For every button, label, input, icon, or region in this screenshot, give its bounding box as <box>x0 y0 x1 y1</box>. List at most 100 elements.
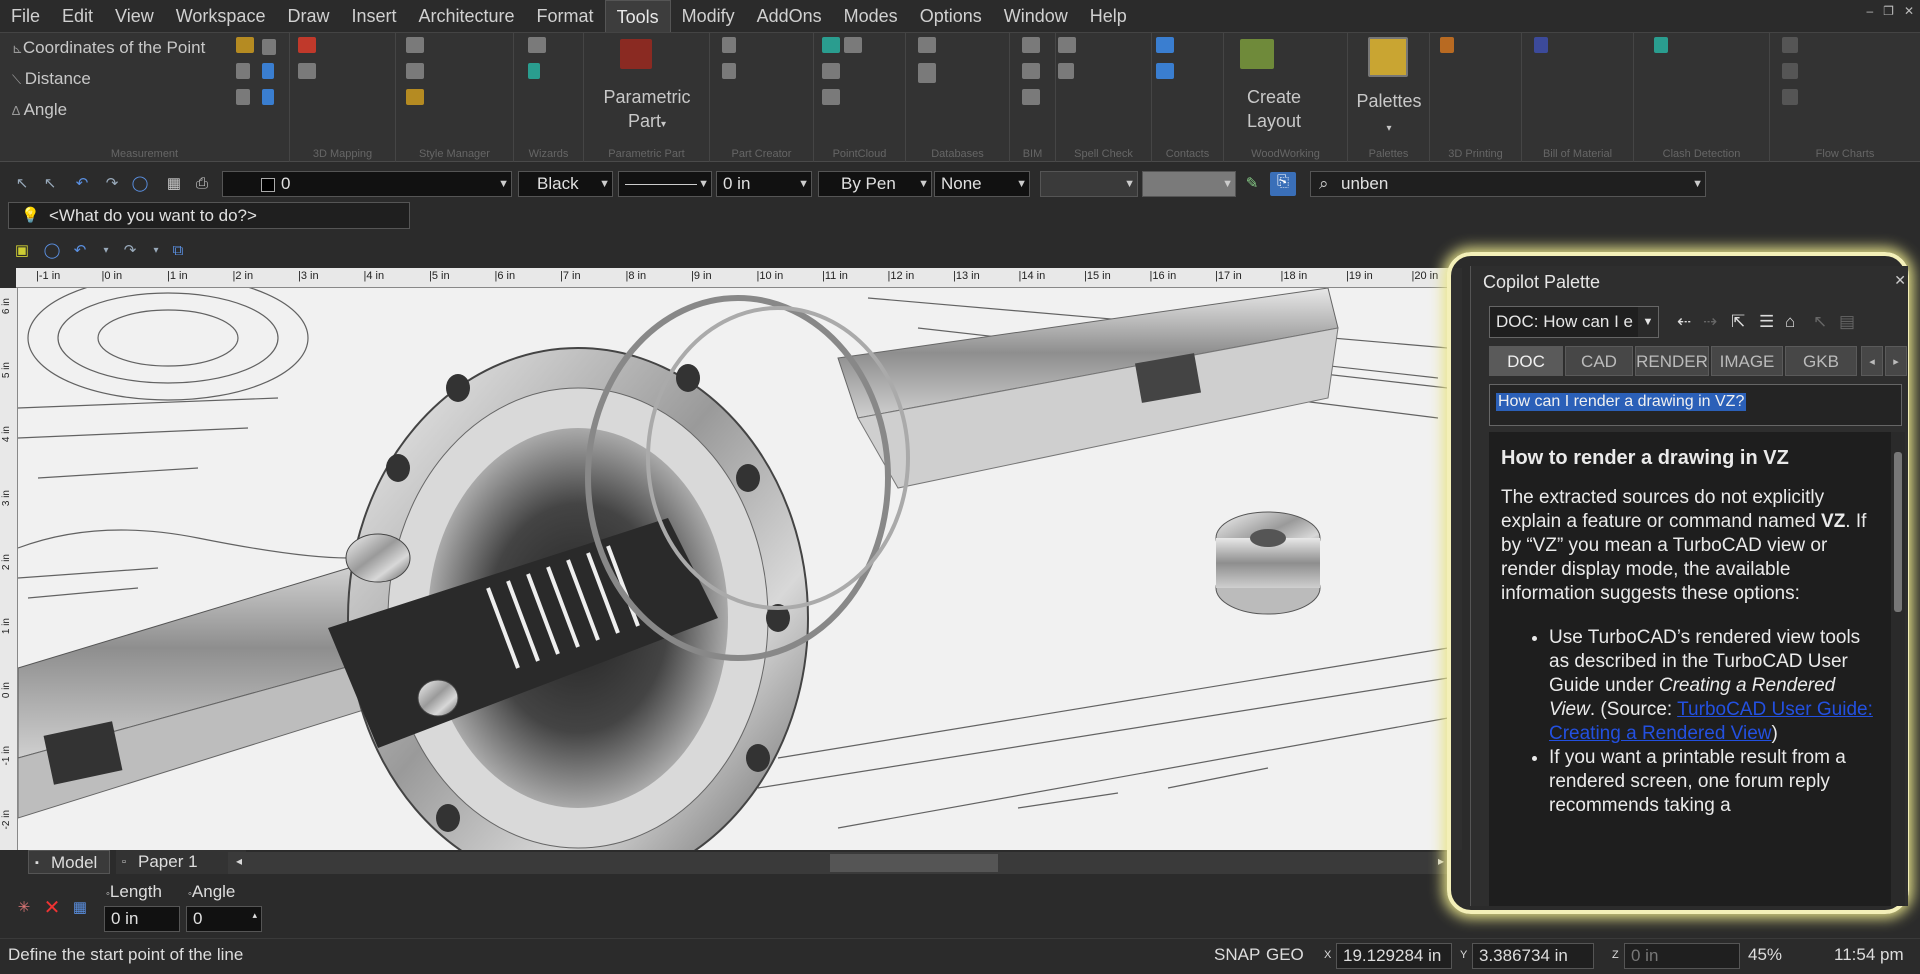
tabs-left-icon[interactable]: ◂ <box>1861 346 1883 376</box>
y-coordinate-field[interactable]: 3.386734 in <box>1472 943 1594 969</box>
pattern-select[interactable]: ▼ <box>1040 171 1138 197</box>
line-tool-icon[interactable]: ✳ <box>14 898 34 918</box>
copilot-question-input[interactable]: How can I render a drawing in VZ? <box>1489 384 1902 426</box>
menu-window[interactable]: Window <box>993 0 1079 32</box>
grid-icon[interactable]: ▦ <box>70 898 90 918</box>
canvas-horizontal-scrollbar[interactable]: ◂ ▸ <box>228 852 1450 874</box>
home-icon[interactable]: ⌂ <box>1785 312 1795 332</box>
measure-area-icon[interactable] <box>236 37 254 53</box>
tab-doc[interactable]: DOC <box>1489 346 1563 376</box>
geo-toggle[interactable]: GEO <box>1266 945 1304 965</box>
3d-printing-icon[interactable] <box>1440 37 1454 53</box>
lasso-select-icon[interactable]: ◯ <box>42 241 62 261</box>
undo-quick-icon[interactable]: ↶ <box>70 241 90 261</box>
tab-paper-1[interactable]: ▫ Paper 1 <box>116 850 246 874</box>
print-icon[interactable]: ⎙ <box>192 174 212 194</box>
part-creator-icon[interactable] <box>722 37 736 53</box>
style2-icon[interactable] <box>406 63 424 79</box>
flow-chart2-icon[interactable] <box>1782 63 1798 79</box>
horizontal-scroll-thumb[interactable] <box>830 854 998 872</box>
clash-detection-icon[interactable] <box>1654 37 1668 53</box>
tab-image[interactable]: IMAGE <box>1711 346 1783 376</box>
menu-format[interactable]: Format <box>526 0 605 32</box>
angle-button[interactable]: ∆ Angle <box>12 100 67 120</box>
style-icon[interactable] <box>406 37 424 53</box>
parametric-part-button[interactable]: Parametric Part▾ <box>584 85 710 137</box>
menu-tools[interactable]: Tools <box>604 0 671 32</box>
copilot-close-icon[interactable]: ✕ <box>1894 272 1906 289</box>
checklist-icon[interactable]: ☰ <box>1759 312 1774 332</box>
menu-view[interactable]: View <box>104 0 165 32</box>
part-creator2-icon[interactable] <box>722 63 736 79</box>
hatch-select[interactable]: ▼ <box>1142 171 1236 197</box>
menu-options[interactable]: Options <box>909 0 993 32</box>
color-select[interactable]: Black ▼ <box>518 171 613 197</box>
redo-dropdown-icon[interactable]: ▾ <box>146 241 166 261</box>
redo-icon[interactable]: ↷ <box>102 174 122 194</box>
scroll-right-icon[interactable]: ▸ <box>1438 854 1444 868</box>
copilot-scroll-thumb[interactable] <box>1894 452 1902 612</box>
pointcloud2-icon[interactable] <box>844 37 862 53</box>
x-coordinate-field[interactable]: 19.129284 in <box>1336 943 1452 969</box>
pointcloud3-icon[interactable] <box>822 63 840 79</box>
select-arrow-icon[interactable]: ↖ <box>12 174 32 194</box>
measure-p-icon[interactable] <box>262 63 274 79</box>
tab-render[interactable]: RENDER <box>1635 346 1709 376</box>
measure-p2-icon[interactable] <box>262 89 274 105</box>
minimize-icon[interactable]: ‒ <box>1866 4 1873 18</box>
tab-model[interactable]: ▪ Model <box>28 850 110 874</box>
measure-tool2-icon[interactable] <box>236 89 250 105</box>
coordinates-of-point-button[interactable]: ⊾Coordinates of the Point <box>12 38 205 58</box>
share-icon[interactable]: ⇱ <box>1731 312 1745 332</box>
menu-draw[interactable]: Draw <box>276 0 340 32</box>
forward-icon[interactable]: ⇢ <box>1703 312 1717 332</box>
scroll-left-icon[interactable]: ◂ <box>236 854 242 868</box>
menu-modes[interactable]: Modes <box>833 0 909 32</box>
flow-chart-icon[interactable] <box>1782 37 1798 53</box>
contacts-icon[interactable] <box>1156 37 1174 53</box>
menu-addons[interactable]: AddOns <box>746 0 833 32</box>
angle-spinner-icon[interactable]: ▴▾ <box>252 907 257 931</box>
angle-input[interactable]: 0▴▾ <box>186 906 262 932</box>
what-do-you-want-input[interactable]: 💡 <What do you want to do?> <box>8 202 410 229</box>
table-icon[interactable]: ▦ <box>164 174 184 194</box>
menu-modify[interactable]: Modify <box>671 0 746 32</box>
wizard-icon[interactable] <box>528 37 546 53</box>
fill-select[interactable]: None ▼ <box>934 171 1030 197</box>
zoom-level[interactable]: 45% <box>1748 945 1782 965</box>
tabs-right-icon[interactable]: ▸ <box>1885 346 1907 376</box>
customize-icon[interactable]: ⧉ <box>168 241 188 261</box>
3d-mapping-icon[interactable] <box>298 37 316 53</box>
line-width-select[interactable]: 0 in ▼ <box>716 171 812 197</box>
undo-dropdown-icon[interactable]: ▾ <box>96 241 116 261</box>
bim2-icon[interactable] <box>1022 63 1040 79</box>
back-icon[interactable]: ⇠ <box>1677 312 1691 332</box>
length-input[interactable]: 0 in <box>104 906 180 932</box>
properties-icon[interactable]: ⎘ <box>1270 172 1296 196</box>
edit-tool-icon[interactable]: ↖ <box>40 174 60 194</box>
snap-toggle[interactable]: SNAP <box>1214 945 1260 965</box>
bim3-icon[interactable] <box>1022 89 1040 105</box>
3d-mapping2-icon[interactable] <box>298 63 316 79</box>
layout-icon[interactable]: ▤ <box>1839 312 1855 332</box>
database2-icon[interactable] <box>918 63 936 83</box>
menu-architecture[interactable]: Architecture <box>408 0 526 32</box>
bill-of-material-icon[interactable] <box>1534 37 1548 53</box>
style3-icon[interactable] <box>406 89 424 105</box>
palettes-button[interactable]: Palettes ▾ <box>1348 89 1430 141</box>
pointer-icon[interactable]: ↖ <box>1813 312 1827 332</box>
spell-check2-icon[interactable] <box>1058 63 1074 79</box>
menu-help[interactable]: Help <box>1079 0 1138 32</box>
menu-file[interactable]: File <box>0 0 51 32</box>
layer-select[interactable]: 0 ▼ <box>222 171 512 197</box>
menu-edit[interactable]: Edit <box>51 0 104 32</box>
flow-chart3-icon[interactable] <box>1782 89 1798 105</box>
search-input[interactable]: ⌕ unben ▼ <box>1310 171 1706 197</box>
measure-tool-icon[interactable] <box>236 63 250 79</box>
copilot-scrollbar[interactable] <box>1891 432 1905 906</box>
database-icon[interactable] <box>918 37 936 53</box>
restore-icon[interactable]: ❐ <box>1883 4 1894 18</box>
save-icon[interactable]: ▣ <box>12 241 32 261</box>
cancel-icon[interactable]: ✕ <box>42 898 62 918</box>
line-style-select[interactable]: ▼ <box>618 171 712 197</box>
